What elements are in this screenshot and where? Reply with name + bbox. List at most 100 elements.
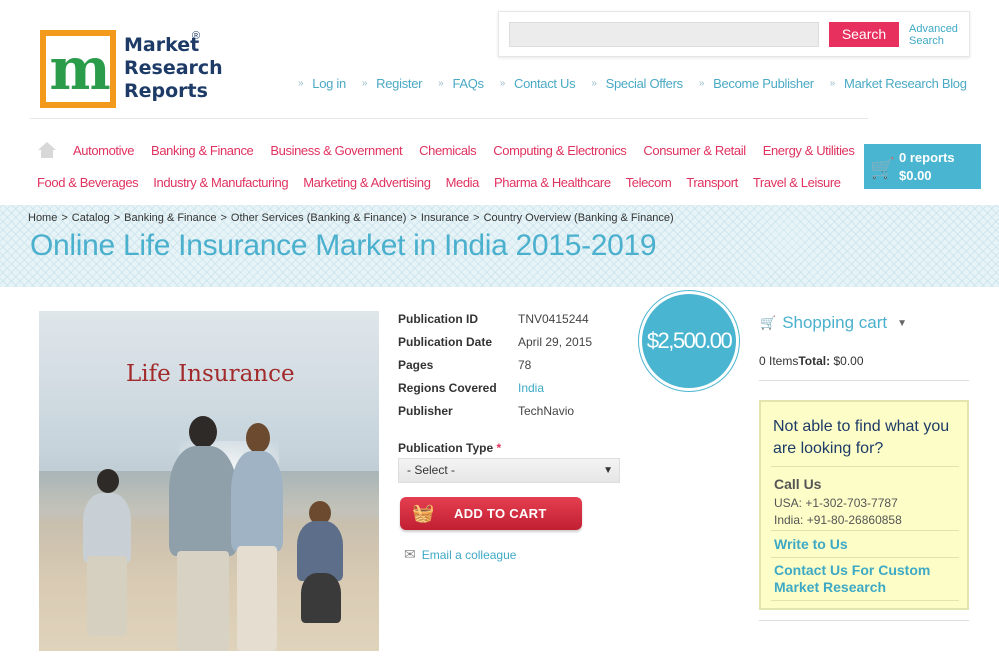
figure-mother xyxy=(231,451,283,551)
login-link[interactable]: Log in xyxy=(298,76,346,91)
advanced-search-line-1: Advanced xyxy=(909,23,958,35)
cart-total-value: $0.00 xyxy=(833,354,864,368)
nav-marketing-advertising[interactable]: Marketing & Advertising xyxy=(303,175,431,190)
figure-mother-head xyxy=(246,423,270,453)
figure-father-head xyxy=(189,416,217,448)
cart-icon: 🛒 xyxy=(760,315,777,330)
price-badge: $2,500.00 xyxy=(639,291,739,391)
figure-boy xyxy=(83,493,131,563)
help-separator xyxy=(771,530,959,531)
detail-pages: Pages 78 xyxy=(398,358,592,381)
nav-telecom[interactable]: Telecom xyxy=(626,175,672,190)
breadcrumb-insurance[interactable]: Insurance xyxy=(421,212,469,224)
breadcrumb-banking[interactable]: Banking & Finance xyxy=(124,212,216,224)
detail-publication-id: Publication ID TNV0415244 xyxy=(398,312,592,335)
basket-icon: 🧺 xyxy=(412,503,435,523)
help-separator xyxy=(771,466,959,467)
nav-chemicals[interactable]: Chemicals xyxy=(419,143,476,158)
header-cart-button[interactable]: 🛒 0 reports $0.00 xyxy=(864,144,981,189)
home-icon[interactable] xyxy=(38,142,56,158)
logo-line-3: Reports xyxy=(124,80,208,102)
detail-value: TNV0415244 xyxy=(518,312,589,326)
logo-line-2: Research xyxy=(124,57,223,79)
special-offers-link[interactable]: Special Offers xyxy=(591,76,684,91)
breadcrumb-sep: > xyxy=(113,212,121,224)
cart-icon: 🛒 xyxy=(870,158,895,180)
help-box: Not able to find what you are looking fo… xyxy=(759,400,969,610)
chevron-down-icon: ▼ xyxy=(897,317,907,329)
detail-label: Pages xyxy=(398,358,434,372)
detail-publication-date: Publication Date April 29, 2015 xyxy=(398,335,592,358)
registered-mark: ® xyxy=(192,30,201,42)
nav-transport[interactable]: Transport xyxy=(686,175,738,190)
top-links: Log in Register FAQs Contact Us Special … xyxy=(298,76,983,91)
header-cart-summary: 0 reports $0.00 xyxy=(899,149,955,185)
nav-business-government[interactable]: Business & Government xyxy=(270,143,402,158)
email-colleague-link[interactable]: ✉ Email a colleague xyxy=(404,546,516,563)
blog-link[interactable]: Market Research Blog xyxy=(830,76,967,91)
figure-girl-skirt xyxy=(301,573,341,623)
breadcrumb-other-services[interactable]: Other Services (Banking & Finance) xyxy=(231,212,406,224)
breadcrumb-sep: > xyxy=(61,212,68,224)
detail-label: Publication Date xyxy=(398,335,493,349)
figure-boy-legs xyxy=(87,556,127,636)
publication-type-text: Publication Type xyxy=(398,441,494,455)
help-separator xyxy=(771,557,959,558)
product-details: Publication ID TNV0415244 Publication Da… xyxy=(398,312,592,427)
figure-father xyxy=(169,446,237,556)
breadcrumb-catalog[interactable]: Catalog xyxy=(72,212,110,224)
nav-consumer-retail[interactable]: Consumer & Retail xyxy=(643,143,746,158)
header-cart-count: 0 reports xyxy=(899,150,955,165)
shopping-cart-summary: 0 ItemsTotal: $0.00 xyxy=(759,354,864,368)
nav-food-beverages[interactable]: Food & Beverages xyxy=(37,175,139,190)
nav-energy-utilities[interactable]: Energy & Utilities xyxy=(763,143,855,158)
figure-mother-legs xyxy=(237,546,277,651)
advanced-search-link[interactable]: Advanced Search xyxy=(909,23,958,47)
write-to-us-link[interactable]: Write to Us xyxy=(774,536,964,553)
shopping-cart-title: Shopping cart xyxy=(782,313,888,332)
breadcrumb-country-overview[interactable]: Country Overview (Banking & Finance) xyxy=(484,212,674,224)
logo-text: Market Research Reports xyxy=(124,34,223,103)
detail-publisher: Publisher TechNavio xyxy=(398,404,592,427)
logo-letter: m xyxy=(49,35,110,103)
envelope-icon: ✉ xyxy=(404,546,416,562)
detail-value: TechNavio xyxy=(518,404,575,418)
nav-industry-manufacturing[interactable]: Industry & Manufacturing xyxy=(153,175,288,190)
nav-automotive[interactable]: Automotive xyxy=(73,143,134,158)
add-to-cart-button[interactable]: 🧺 ADD TO CART xyxy=(400,497,582,530)
detail-value: April 29, 2015 xyxy=(518,335,593,349)
detail-regions: Regions Covered India xyxy=(398,381,592,404)
breadcrumb-sep: > xyxy=(220,212,227,224)
figure-father-legs xyxy=(177,551,229,651)
cart-total-label: Total: xyxy=(798,354,831,368)
publication-type-select[interactable]: - Select - ▼ xyxy=(398,458,620,483)
email-colleague-label: Email a colleague xyxy=(421,547,517,562)
nav-banking-finance[interactable]: Banking & Finance xyxy=(151,143,254,158)
advanced-search-line-2: Search xyxy=(909,35,944,47)
page-title: Online Life Insurance Market in India 20… xyxy=(30,229,657,262)
contact-us-link[interactable]: Contact Us xyxy=(500,76,576,91)
header-divider xyxy=(30,118,868,119)
search-button[interactable]: Search xyxy=(829,22,899,47)
nav-computing-electronics[interactable]: Computing & Electronics xyxy=(493,143,627,158)
register-link[interactable]: Register xyxy=(362,76,422,91)
shopping-cart-header[interactable]: 🛒 Shopping cart ▼ xyxy=(760,313,907,333)
nav-travel-leisure[interactable]: Travel & Leisure xyxy=(753,175,841,190)
help-title: Not able to find what you are looking fo… xyxy=(773,418,950,457)
product-image: Life Insurance xyxy=(39,311,379,651)
add-to-cart-label: ADD TO CART xyxy=(454,506,547,521)
breadcrumb-home[interactable]: Home xyxy=(28,212,57,224)
region-link[interactable]: India xyxy=(518,381,544,404)
figure-girl xyxy=(297,521,343,581)
search-input[interactable] xyxy=(509,22,819,47)
logo-line-1: Market xyxy=(124,34,200,56)
faqs-link[interactable]: FAQs xyxy=(438,76,484,91)
site-logo[interactable]: m Market Research Reports ® xyxy=(40,30,223,110)
nav-pharma-healthcare[interactable]: Pharma & Healthcare xyxy=(494,175,611,190)
product-image-caption: Life Insurance xyxy=(126,361,295,387)
logo-mark: m xyxy=(40,30,116,108)
publication-type-label: Publication Type * xyxy=(398,441,501,455)
nav-media[interactable]: Media xyxy=(446,175,480,190)
become-publisher-link[interactable]: Become Publisher xyxy=(699,76,814,91)
custom-research-link[interactable]: Contact Us For Custom Market Research xyxy=(774,562,964,596)
